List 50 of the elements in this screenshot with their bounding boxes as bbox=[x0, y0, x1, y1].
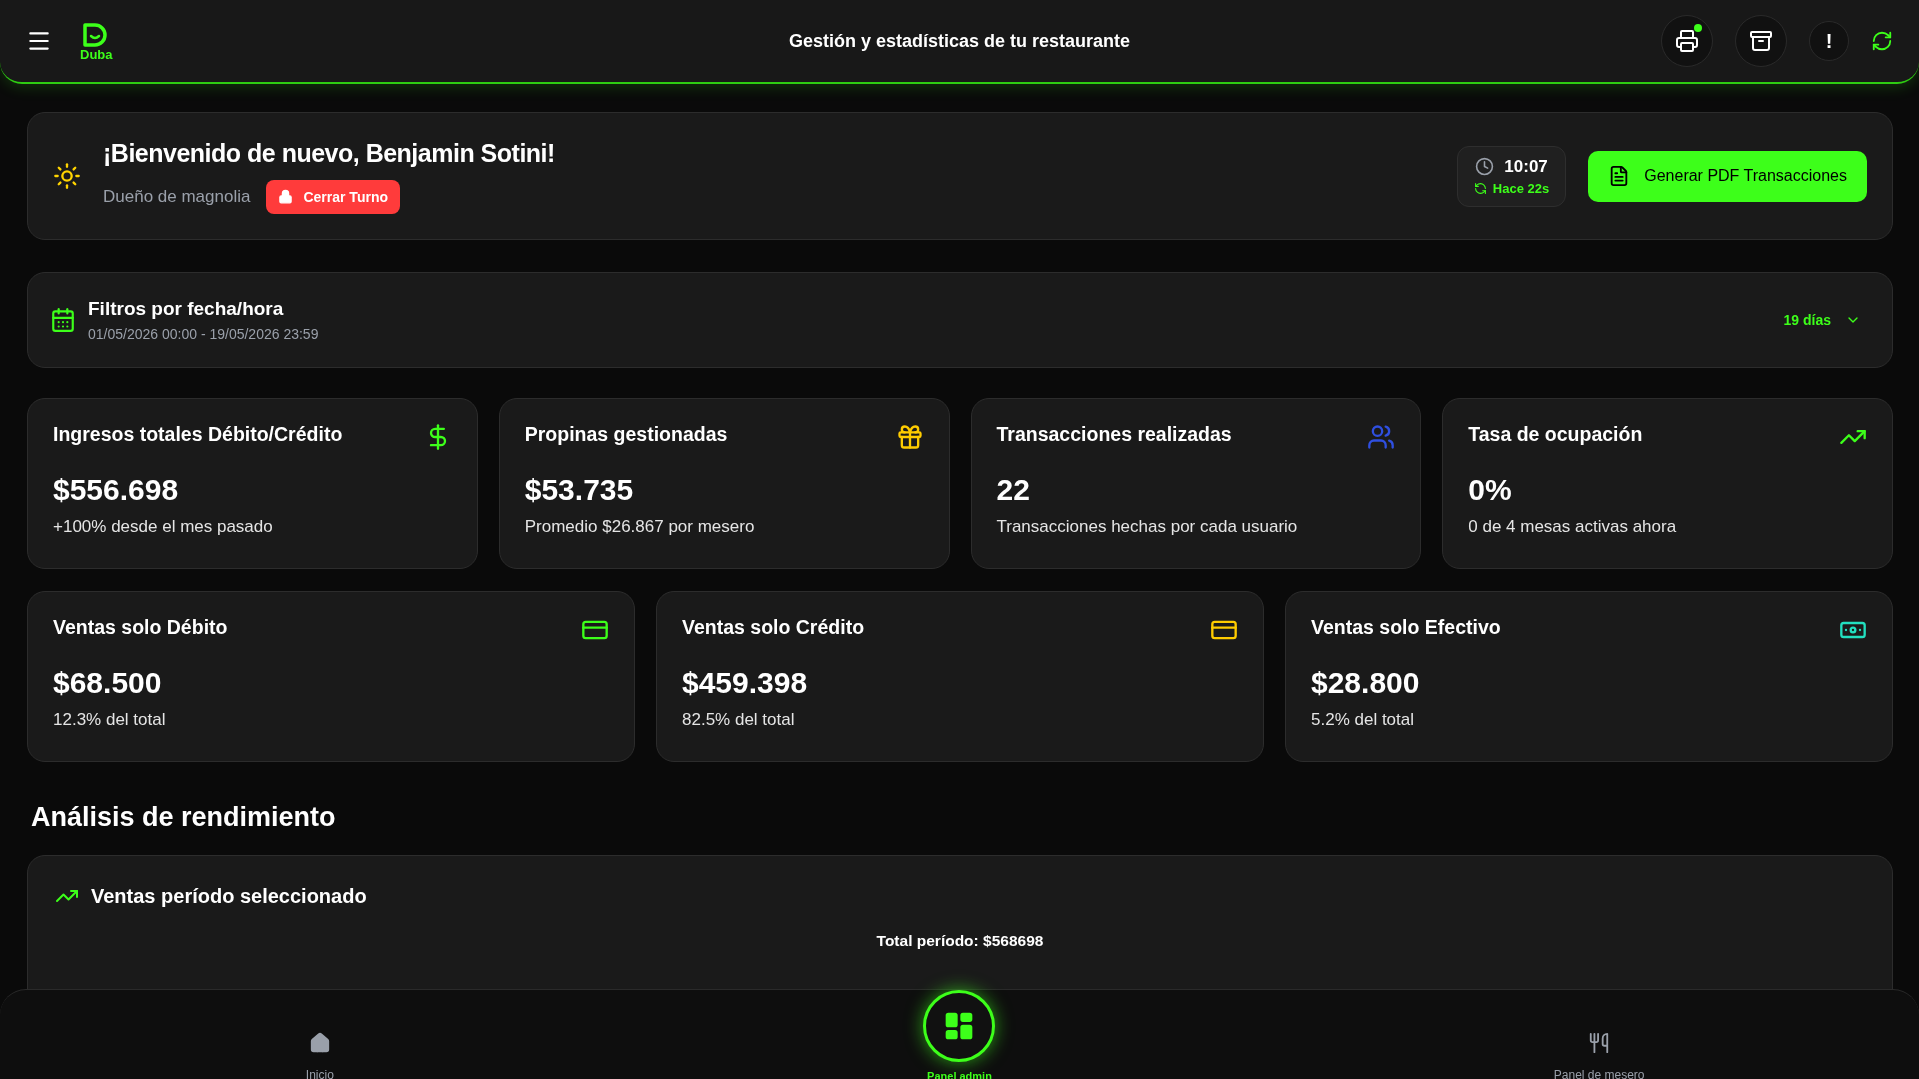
sync-icon bbox=[1473, 181, 1487, 195]
stat-label: Propinas gestionadas bbox=[524, 423, 728, 446]
stat-value: $53.735 bbox=[524, 473, 635, 507]
close-shift-button[interactable]: Cerrar Turno bbox=[266, 179, 400, 214]
archive-button[interactable] bbox=[1735, 15, 1787, 67]
stat-value: $68.500 bbox=[53, 666, 163, 700]
alert-button[interactable]: ! bbox=[1809, 21, 1849, 61]
stat-value: $556.698 bbox=[53, 473, 180, 507]
role-text: Dueño de magnolia bbox=[103, 186, 251, 207]
stat-label: Ventas solo Débito bbox=[53, 616, 228, 639]
stat-note: 5.2% del total bbox=[1311, 710, 1415, 730]
stat-value: $459.398 bbox=[682, 666, 809, 700]
welcome-heading: ¡Bienvenido de nuevo, Benjamin Sotini! bbox=[103, 138, 556, 168]
period-dropdown[interactable]: 19 días bbox=[1777, 311, 1867, 329]
calendar-icon bbox=[50, 307, 76, 333]
utensils-icon bbox=[1588, 1032, 1611, 1054]
page-title: Gestión y estadísticas de tu restaurante bbox=[788, 30, 1131, 52]
period-total: Total período: $568698 bbox=[876, 932, 1044, 950]
pdf-button[interactable]: Generar PDF Transacciones bbox=[1588, 150, 1867, 202]
stat-label: Ingresos totales Débito/Crédito bbox=[53, 423, 343, 446]
stat-label: Tasa de ocupación bbox=[1468, 423, 1643, 446]
stat-label: Ventas solo Efectivo bbox=[1311, 616, 1501, 639]
printer-button[interactable] bbox=[1661, 15, 1713, 67]
lock-icon bbox=[278, 189, 294, 204]
home-icon bbox=[308, 1032, 331, 1054]
nav-item[interactable]: Inicio bbox=[0, 1032, 640, 1079]
stat-value: 22 bbox=[996, 473, 1031, 507]
stat-note: 12.3% del total bbox=[53, 710, 167, 730]
stat-value: $28.800 bbox=[1311, 666, 1421, 700]
section-title: Análisis de rendimiento bbox=[31, 802, 337, 833]
nav-item[interactable]: Panel de mesero bbox=[1279, 1032, 1919, 1079]
refresh-button[interactable] bbox=[1871, 30, 1893, 52]
logo-text: Duba bbox=[80, 47, 113, 61]
stat-note: Transacciones hechas por cada usuario bbox=[996, 517, 1299, 537]
time-text: 10:07 bbox=[1504, 156, 1548, 177]
stat-label: Transacciones realizadas bbox=[996, 423, 1232, 446]
printer-icon bbox=[1675, 29, 1699, 53]
archive-icon bbox=[1749, 29, 1773, 53]
clock-icon bbox=[1475, 157, 1495, 176]
sun-icon bbox=[53, 162, 81, 190]
stat-label: Ventas solo Crédito bbox=[682, 616, 865, 639]
stat-note: 0 de 4 mesas activas ahora bbox=[1468, 517, 1678, 537]
stat-value: 0% bbox=[1468, 473, 1513, 507]
stat-note: Promedio $26.867 por mesero bbox=[524, 517, 756, 537]
updated-text: Hace 22s bbox=[1492, 180, 1550, 196]
stat-note: 82.5% del total bbox=[682, 710, 796, 730]
stat-note: +100% desde el mes pasado bbox=[53, 517, 274, 537]
filter-title: Filtros por fecha/hora bbox=[88, 298, 285, 320]
chart-title: Ventas período seleccionado bbox=[91, 884, 367, 908]
date-range: 01/05/2026 00:00 - 19/05/2026 23:59 bbox=[88, 326, 319, 342]
